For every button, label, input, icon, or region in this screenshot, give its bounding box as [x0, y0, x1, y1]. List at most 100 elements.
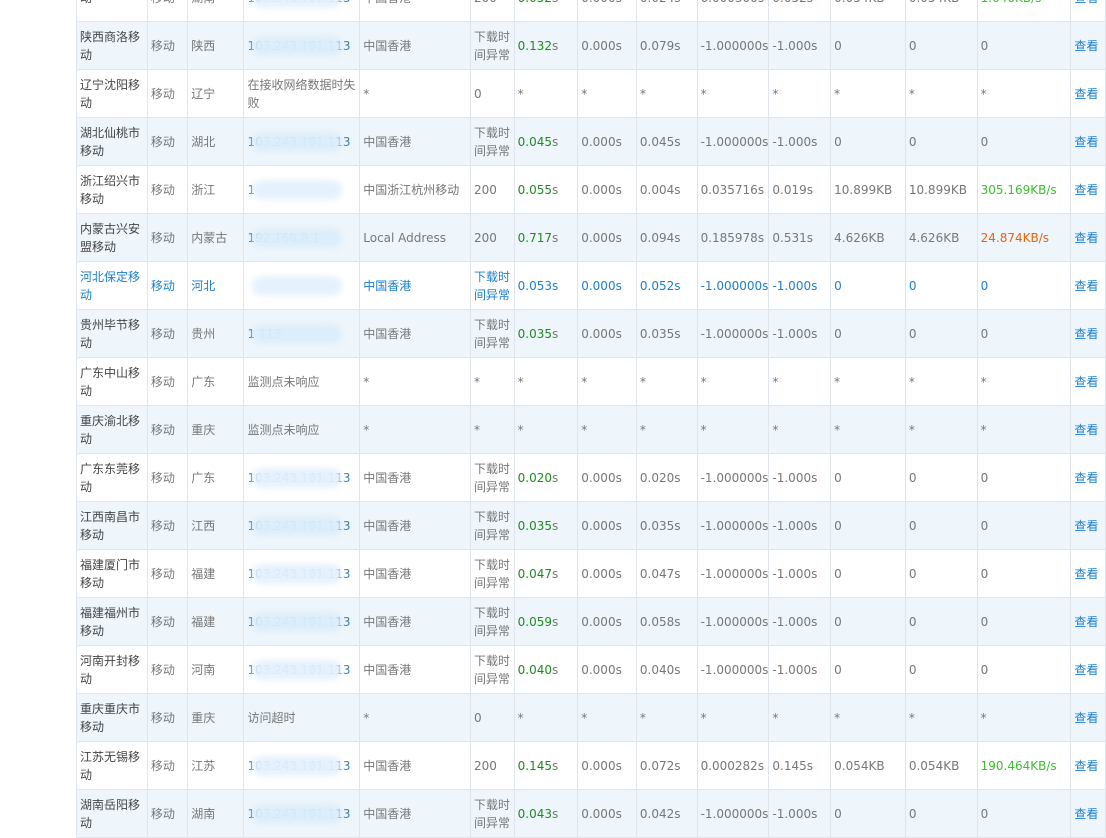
table-row[interactable]: 重庆重庆市移动 移动 重庆 访问超时 * 0 * * * * * * * * 查看 [76, 693, 1106, 742]
dns-time-cell: * [577, 69, 637, 118]
location-cell: * [359, 357, 471, 406]
view-link[interactable]: 查看 [1074, 519, 1098, 533]
dns-time-cell: 0.000s [577, 213, 637, 262]
city-cell: 重庆重庆市移动 [76, 693, 148, 742]
view-cell[interactable]: 查看 [1070, 0, 1106, 22]
total-time-unit: s [551, 38, 559, 53]
table-row[interactable]: 福建福州市移动移动福建103.243.181.113中国香港下载时间异常0.05… [76, 597, 1106, 646]
table-row[interactable]: 湖北仙桃市移动移动湖北103.243.181.113中国香港下载时间异常0.04… [76, 117, 1106, 166]
dns-time-cell: 0.000s [577, 597, 637, 646]
view-link[interactable]: 查看 [1074, 615, 1098, 629]
table-row[interactable]: 动移动湖南103.243.181.113中国香港2000.052s0.000s0… [76, 0, 1106, 22]
download-size-cell: * [830, 357, 906, 406]
view-link[interactable]: 查看 [1074, 471, 1098, 485]
file-size-cell: 0.054KB [904, 741, 978, 790]
view-link[interactable]: 查看 [1074, 39, 1098, 53]
table-row[interactable]: 河南开封移动移动河南103.243.181.113中国香港下载时间异常0.040… [76, 645, 1106, 694]
view-link[interactable]: 查看 [1074, 711, 1098, 725]
view-link[interactable]: 查看 [1074, 0, 1098, 5]
view-link[interactable]: 查看 [1074, 807, 1098, 821]
view-link[interactable]: 查看 [1074, 231, 1098, 245]
province-cell: 重庆 [187, 693, 245, 742]
view-cell[interactable]: 查看 [1070, 741, 1106, 790]
view-link[interactable]: 查看 [1074, 423, 1098, 437]
redaction-mask [252, 180, 343, 200]
total-time-unit: s [552, 0, 558, 5]
province-cell: 陕西 [187, 21, 245, 70]
first-byte-cell: -1.000s [768, 597, 832, 646]
view-cell[interactable]: 查看 [1070, 453, 1106, 502]
file-size-cell: 0.054KB [904, 0, 978, 22]
table-row[interactable]: 辽宁沈阳移动 移动 辽宁 在接收网络数据时失败 * 0 * * * * * * * * 查看 [76, 69, 1106, 118]
view-cell[interactable]: 查看 [1070, 357, 1106, 406]
view-cell[interactable]: 查看 [1070, 693, 1106, 742]
view-cell[interactable]: 查看 [1070, 405, 1106, 454]
view-cell[interactable]: 查看 [1070, 549, 1106, 598]
total-time-value: 0.052 [518, 0, 552, 5]
download-time-cell: 0.035716s [696, 165, 770, 214]
location-cell: * [359, 693, 471, 742]
status-cell: 下载时间异常 [469, 21, 515, 70]
view-cell[interactable]: 查看 [1070, 645, 1106, 694]
connect-time-cell: 0.052s [635, 261, 698, 310]
view-link[interactable]: 查看 [1074, 135, 1098, 149]
table-row[interactable]: 浙江绍兴市移动 移动 浙江 1 中国浙江杭州移动 200 0.055s 0.000s 0.004… [76, 165, 1106, 214]
table-row[interactable]: 江苏无锡移动移动江苏103.243.181.113中国香港2000.145s0.… [76, 741, 1106, 790]
total-time-value: 0.059 [517, 614, 552, 629]
location-cell: 中国香港 [359, 645, 471, 694]
file-size-cell: 0 [904, 453, 978, 502]
view-link[interactable]: 查看 [1074, 375, 1098, 389]
view-link[interactable]: 查看 [1074, 327, 1098, 341]
speed-cell: 0 [976, 261, 1072, 310]
view-cell[interactable]: 查看 [1070, 165, 1106, 214]
speed-cell: 190.464KB/s [976, 741, 1072, 790]
total-time-cell: 0.717s [513, 213, 579, 262]
province-cell: 福建 [187, 597, 245, 646]
status-cell: 下载时间异常 [469, 549, 515, 598]
connect-time-cell: 0.004s [635, 165, 698, 214]
table-row[interactable]: 贵州毕节移动移动贵州1 113中国香港下载时间异常0.035s0.000s0.0… [76, 309, 1106, 358]
status-cell: 0 [469, 69, 515, 118]
download-time-cell: * [696, 693, 770, 742]
view-cell[interactable]: 查看 [1070, 117, 1106, 166]
speed-cell: * [976, 357, 1072, 406]
redaction-mask [252, 756, 343, 776]
table-row[interactable]: 陕西商洛移动移动陕西103.243.181.113中国香港下载时间异常0.132… [76, 21, 1106, 70]
view-link[interactable]: 查看 [1074, 87, 1098, 101]
total-time-value: 0.035 [517, 518, 552, 533]
view-cell[interactable]: 查看 [1070, 597, 1106, 646]
table-row[interactable]: 河北保定移动 移动 河北 中国香港 下载时间异常 0.053s 0.000s 0.052s -1… [76, 261, 1106, 310]
first-byte-cell: * [768, 69, 832, 118]
table-row[interactable]: 广东东莞移动移动广东103.243.181.113中国香港下载时间异常0.020… [76, 453, 1106, 502]
isp-cell: 移动 [146, 0, 189, 22]
view-link[interactable]: 查看 [1074, 567, 1098, 581]
download-size-cell: 0 [830, 117, 906, 166]
view-cell[interactable]: 查看 [1070, 789, 1106, 838]
table-row[interactable]: 广东中山移动 移动 广东 监测点未响应 * * * * * * * * * * 查看 [76, 357, 1106, 406]
view-link[interactable]: 查看 [1074, 663, 1098, 677]
view-link[interactable]: 查看 [1074, 279, 1098, 293]
view-link[interactable]: 查看 [1074, 759, 1098, 773]
file-size-cell: 0 [904, 597, 978, 646]
total-time-unit: s [551, 566, 559, 581]
view-cell[interactable]: 查看 [1070, 21, 1106, 70]
table-row[interactable]: 福建厦门市移动移动福建103.243.181.113中国香港下载时间异常0.04… [76, 549, 1106, 598]
total-time-cell: 0.020s [513, 453, 579, 502]
table-row[interactable]: 重庆渝北移动 移动 重庆 监测点未响应 * * * * * * * * * * 查看 [76, 405, 1106, 454]
view-cell[interactable]: 查看 [1070, 309, 1106, 358]
table-row[interactable]: 内蒙古兴安盟移动移动内蒙古192.168.8.1Local Address200… [76, 213, 1106, 262]
view-cell[interactable]: 查看 [1070, 213, 1106, 262]
view-cell[interactable]: 查看 [1070, 261, 1106, 310]
status-cell: 0 [469, 693, 515, 742]
city-cell: 河北保定移动 [76, 261, 148, 310]
dns-time-cell: 0.000s [577, 261, 637, 310]
file-size-cell: 0 [904, 645, 978, 694]
isp-cell: 移动 [146, 213, 189, 262]
table-row[interactable]: 湖南岳阳移动移动湖南103.243.181.113中国香港下载时间异常0.043… [76, 789, 1106, 838]
view-cell[interactable]: 查看 [1070, 501, 1106, 550]
table-row[interactable]: 江西南昌市移动移动江西103.243.181.113中国香港下载时间异常0.03… [76, 501, 1106, 550]
view-link[interactable]: 查看 [1074, 183, 1098, 197]
province-cell: 广东 [187, 453, 245, 502]
view-cell[interactable]: 查看 [1070, 69, 1106, 118]
connect-time-cell: 0.035s [635, 501, 698, 550]
